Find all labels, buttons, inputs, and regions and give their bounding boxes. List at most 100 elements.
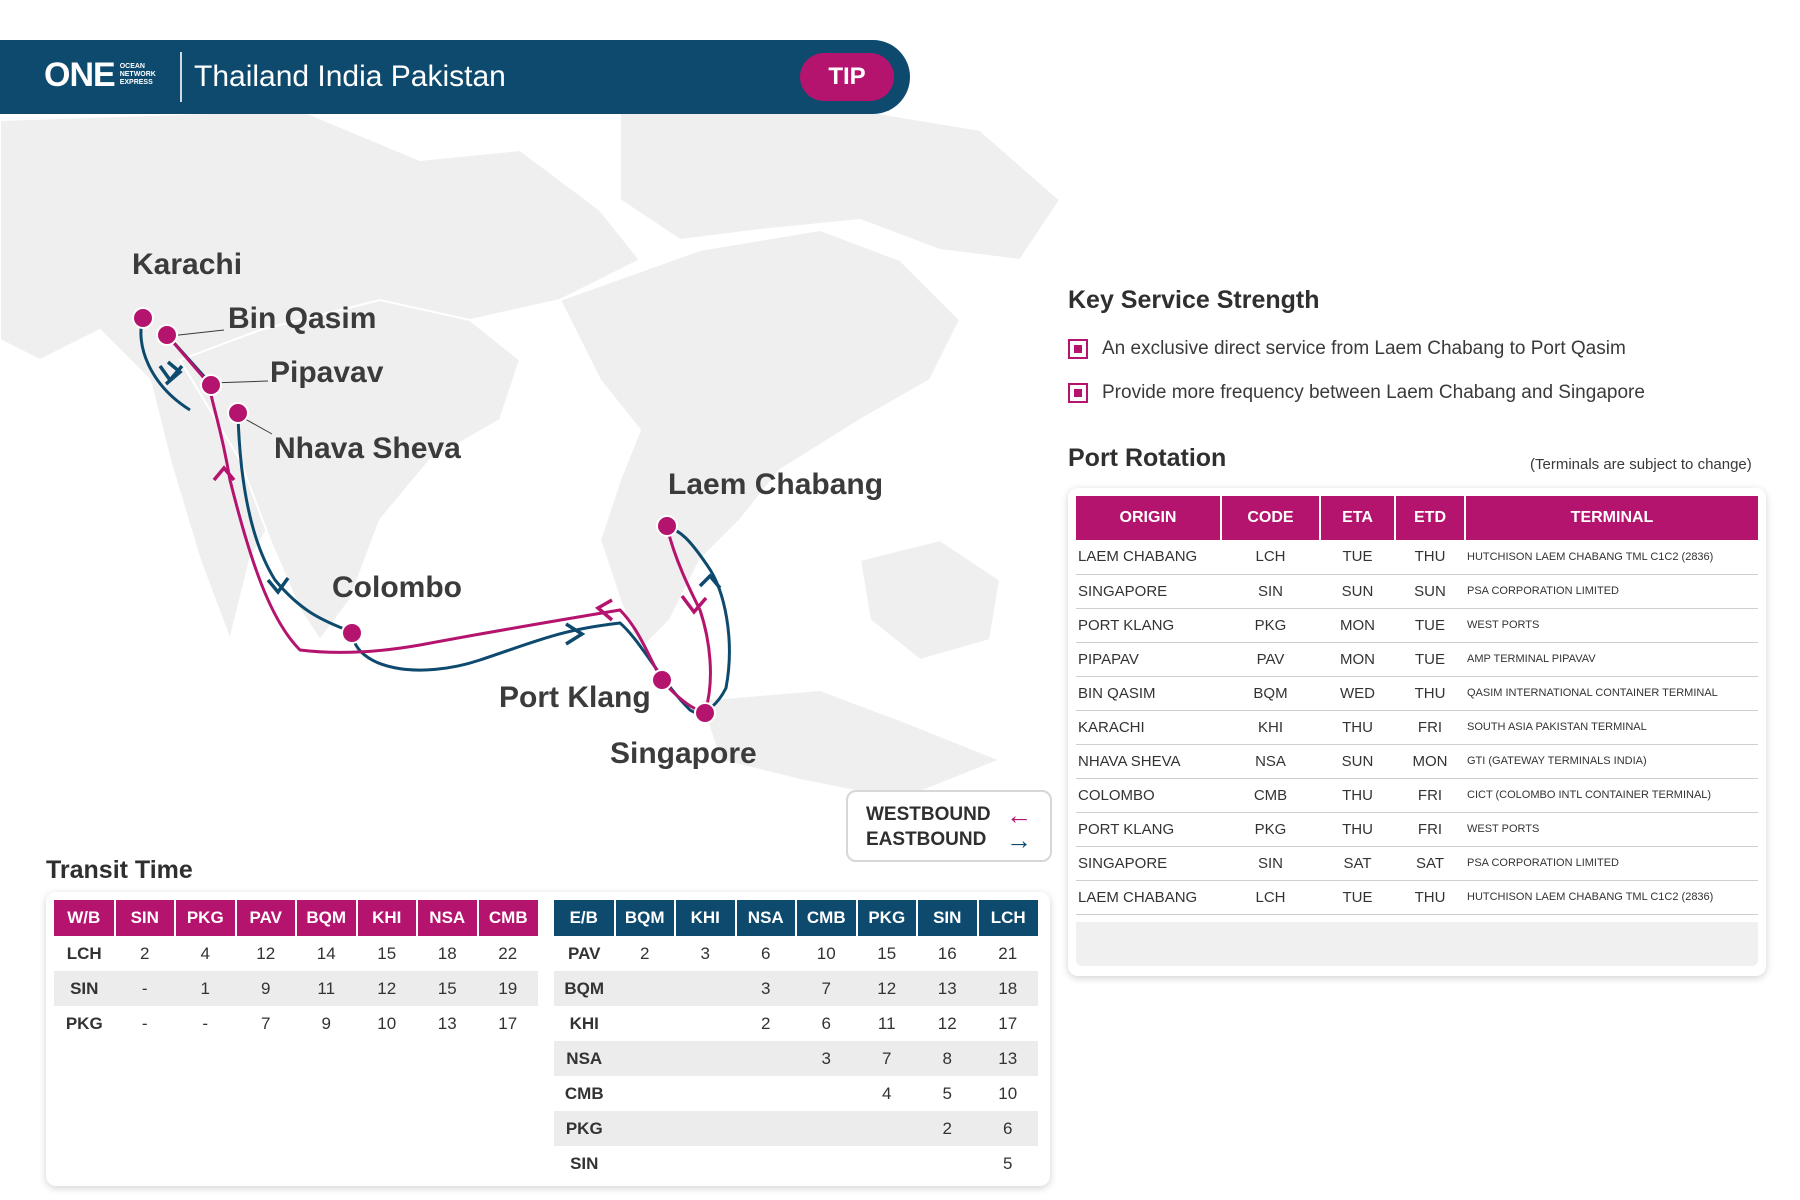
port-rotation-table: ORIGIN CODE ETA ETD TERMINAL LAEM CHABANG LCH… — [1076, 496, 1758, 915]
table-cell: TUE — [1395, 608, 1465, 643]
table-row: KARACHI KHI THU FRI SOUTH ASIA PAKISTAN TERM… — [1076, 710, 1758, 745]
westbound-arrow — [594, 598, 614, 622]
table-row: SIN -1 9 11 12 15 19 — [54, 971, 538, 1006]
table-cell: PSA CORPORATION LIMITED — [1465, 846, 1758, 881]
table-cell: 13 — [977, 1041, 1038, 1076]
column-header: CMB — [477, 900, 538, 936]
table-cell: 22 — [498, 943, 518, 963]
port-marker-port-klang[interactable] — [651, 669, 673, 691]
table-row: BQM 3 7 12 13 18 — [554, 971, 1038, 1006]
port-marker-singapore[interactable] — [694, 702, 716, 724]
table-cell: SINGAPORE — [1076, 574, 1221, 609]
table-header-row: E/B BQM KHI NSA CMB PKG SIN LCH — [554, 900, 1038, 936]
westbound-route — [165, 334, 712, 714]
table-cell: PORT KLANG — [1076, 608, 1221, 643]
table-cell: 6 — [761, 943, 771, 963]
table-cell: SIN — [54, 971, 115, 1006]
table-cell: LAEM CHABANG — [1076, 540, 1221, 575]
table-cell: 18 — [977, 971, 1038, 1006]
table-cell — [856, 1111, 917, 1146]
port-label-port-klang: Port Klang — [499, 681, 651, 714]
port-marker-karachi[interactable] — [132, 307, 154, 329]
transit-time-card: W/B SIN PKG PAV BQM KHI NSA CMB LCH 2 4 12 14 15 18 22… — [46, 892, 1050, 1186]
port-rotation-card: ORIGIN CODE ETA ETD TERMINAL LAEM CHABANG LCH… — [1068, 488, 1766, 976]
table-cell: PORT KLANG — [1076, 812, 1221, 847]
port-marker-laem-chabang[interactable] — [656, 515, 678, 537]
table-cell — [675, 1041, 736, 1076]
table-cell: 3 — [700, 943, 710, 963]
table-cell — [735, 1111, 796, 1146]
eastbound-arrow — [698, 573, 722, 590]
legend-westbound-label: WESTBOUND — [866, 803, 991, 825]
table-cell: PKG — [1221, 812, 1320, 847]
table-cell: WEST PORTS — [1465, 812, 1758, 847]
eastbound-body: PAV 2 3 6 10 15 16 21 BQM 3 7 12 13 18 KHI 2 6 11 12 17 NSA 3… — [554, 936, 1038, 1181]
table-cell: LCH — [66, 943, 102, 963]
table-cell: SIN — [1221, 574, 1320, 609]
table-cell: COLOMBO — [1076, 778, 1221, 813]
table-cell: FRI — [1395, 710, 1465, 745]
table-cell: 10 — [816, 943, 836, 963]
table-cell: 3 — [796, 1041, 857, 1076]
port-marker-pipavav[interactable] — [200, 374, 222, 396]
table-cell: 9 — [235, 971, 296, 1006]
table-cell: BQM — [1221, 676, 1320, 711]
port-marker-colombo[interactable] — [341, 622, 363, 644]
table-cell: MON — [1395, 744, 1465, 779]
table-cell: CMB — [1221, 778, 1320, 813]
table-cell — [614, 1111, 675, 1146]
table-cell: KHI — [1221, 710, 1320, 745]
table-cell: SUN — [1395, 574, 1465, 609]
table-row: PORT KLANG PKG MON TUE WEST PORTS — [1076, 608, 1758, 643]
table-cell: BQM — [554, 971, 615, 1006]
table-cell: 10 — [998, 1083, 1018, 1103]
table-row: LAEM CHABANG LCH TUE THU HUTCHISON LAEM CHAB… — [1076, 880, 1758, 915]
table-cell: SIN — [1221, 846, 1320, 881]
table-row: SINGAPORE SIN SAT SAT PSA CORPORATION LIMITE… — [1076, 846, 1758, 881]
table-cell: PIPAPAV — [1076, 642, 1221, 677]
key-service-title: Key Service Strength — [1068, 286, 1320, 314]
table-cell: 6 — [821, 1013, 831, 1033]
column-header: NSA — [417, 900, 479, 936]
table-row: PKG - - 7 9 10 13 17 — [54, 1006, 538, 1041]
column-header: CMB — [796, 900, 858, 936]
table-cell: SOUTH ASIA PAKISTAN TERMINAL — [1465, 710, 1758, 745]
table-cell: WED — [1320, 676, 1395, 711]
table-cell — [675, 1076, 736, 1111]
port-marker-nhava-sheva[interactable] — [227, 402, 249, 424]
port-label-karachi: Karachi — [132, 248, 242, 281]
table-cell: - — [141, 1013, 148, 1033]
port-label-colombo: Colombo — [332, 571, 462, 604]
table-cell: MON — [1320, 608, 1395, 643]
port-rotation-body: LAEM CHABANG LCH TUE THU HUTCHISON LAEM CHAB… — [1076, 540, 1758, 915]
table-cell: NSA — [1221, 744, 1320, 779]
column-header: BQM — [614, 900, 676, 936]
table-cell: 1 — [175, 971, 236, 1006]
table-cell: 10 — [377, 1013, 397, 1033]
key-service-text: Provide more frequency between Laem Chab… — [1102, 382, 1645, 403]
table-cell: 2 — [640, 943, 650, 963]
table-cell: SIN — [570, 1153, 599, 1173]
table-cell — [675, 1006, 736, 1041]
table-row: KHI 2 6 11 12 17 — [554, 1006, 1038, 1041]
table-cell: PAV — [568, 943, 601, 963]
port-rotation-header: ORIGIN CODE ETA ETD TERMINAL — [1076, 496, 1758, 540]
table-row: PKG 2 6 — [554, 1111, 1038, 1146]
table-cell: 12 — [256, 943, 276, 963]
table-cell: 8 — [917, 1041, 978, 1076]
table-cell: TUE — [1320, 880, 1395, 915]
table-cell: 6 — [977, 1111, 1038, 1146]
table-cell: LCH — [1221, 880, 1320, 915]
table-cell: MON — [1320, 642, 1395, 677]
eastbound-header: E/B BQM KHI NSA CMB PKG SIN LCH — [554, 900, 1038, 936]
table-cell: AMP TERMINAL PIPAVAV — [1465, 642, 1758, 677]
table-cell: THU — [1320, 812, 1395, 847]
port-marker-bin-qasim[interactable] — [156, 324, 178, 346]
table-cell: 21 — [998, 943, 1018, 963]
table-cell: 11 — [296, 971, 357, 1006]
table-cell: 17 — [498, 1013, 518, 1033]
table-cell: 19 — [477, 971, 538, 1006]
key-service-item: Provide more frequency between Laem Chab… — [1068, 382, 1645, 404]
table-cell: 17 — [998, 1013, 1018, 1033]
westbound-header: W/B SIN PKG PAV BQM KHI NSA CMB — [54, 900, 538, 936]
